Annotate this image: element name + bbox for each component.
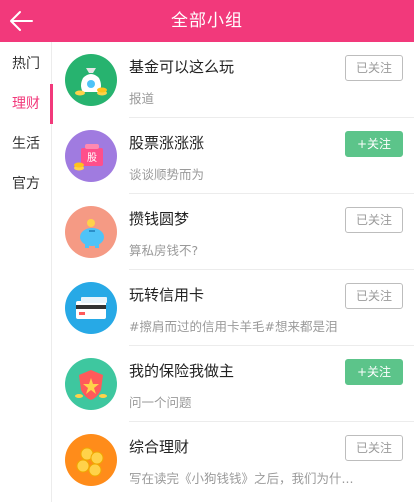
svg-text:股: 股 <box>87 152 97 164</box>
group-description: 报道 <box>129 91 155 106</box>
category-sidebar: 热门 理财 生活 官方 <box>0 42 53 502</box>
group-name: 股票涨涨涨 <box>129 134 205 152</box>
group-name: 我的保险我做主 <box>129 362 235 380</box>
credit-card-icon <box>65 282 117 334</box>
group-name: 玩转信用卡 <box>129 286 205 304</box>
group-row-saving[interactable]: 攒钱圆梦 算私房钱不? 已关注 <box>53 194 414 270</box>
sidebar-item-hot[interactable]: 热门 <box>0 44 52 84</box>
group-row-general-finance[interactable]: 综合理财 写在读完《小狗钱钱》之后，我们为什... 已关注 <box>53 422 414 498</box>
group-list: 基金可以这么玩 报道 已关注 股 股票涨涨涨 谈谈顺势而为 +关注 攒钱圆梦 算… <box>53 42 414 502</box>
group-row-insurance[interactable]: 我的保险我做主 问一个问题 +关注 <box>53 346 414 422</box>
page-title: 全部小组 <box>171 11 243 31</box>
group-name: 攒钱圆梦 <box>129 210 190 228</box>
app-header: 全部小组 <box>0 0 414 42</box>
followed-button[interactable]: 已关注 <box>345 207 403 233</box>
group-description: 写在读完《小狗钱钱》之后，我们为什... <box>129 471 354 486</box>
followed-button[interactable]: 已关注 <box>345 283 403 309</box>
follow-button[interactable]: +关注 <box>345 359 403 385</box>
group-name: 综合理财 <box>129 438 190 456</box>
followed-button[interactable]: 已关注 <box>345 55 403 81</box>
group-description: #擦肩而过的信用卡羊毛#想来都是泪 <box>129 319 338 334</box>
money-bag-icon <box>65 54 117 106</box>
group-row-stocks[interactable]: 股 股票涨涨涨 谈谈顺势而为 +关注 <box>53 118 414 194</box>
insurance-shield-icon <box>65 358 117 410</box>
group-row-credit-card[interactable]: 玩转信用卡 #擦肩而过的信用卡羊毛#想来都是泪 已关注 <box>53 270 414 346</box>
group-row-fund[interactable]: 基金可以这么玩 报道 已关注 <box>53 42 414 118</box>
group-name: 基金可以这么玩 <box>129 58 235 76</box>
sidebar-item-official[interactable]: 官方 <box>0 164 52 204</box>
sidebar-item-life[interactable]: 生活 <box>0 124 52 164</box>
follow-button[interactable]: +关注 <box>345 131 403 157</box>
group-description: 问一个问题 <box>129 395 192 410</box>
followed-button[interactable]: 已关注 <box>345 435 403 461</box>
stock-bag-icon: 股 <box>65 130 117 182</box>
sidebar-item-finance[interactable]: 理财 <box>0 84 53 124</box>
group-description: 算私房钱不? <box>129 243 199 258</box>
piggy-bank-icon <box>65 206 117 258</box>
coins-icon <box>65 434 117 486</box>
group-description: 谈谈顺势而为 <box>129 167 205 182</box>
